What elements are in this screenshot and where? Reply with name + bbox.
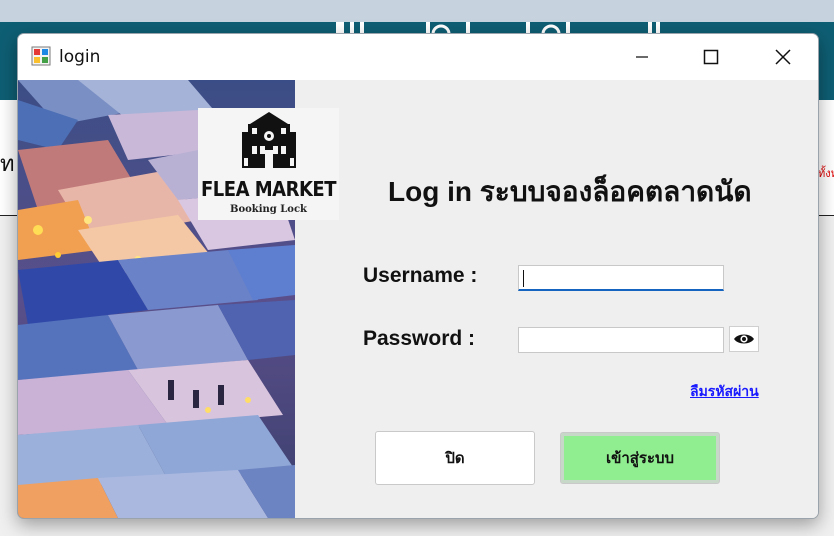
login-heading: Log in ระบบจองล็อคตลาดนัด bbox=[388, 176, 752, 207]
flea-market-logo: FLEA MARKET Booking Lock bbox=[198, 108, 339, 220]
login-button-label: เข้าสู่ระบบ bbox=[605, 450, 675, 467]
forgot-password-link[interactable]: ลืมรหัสผ่าน bbox=[690, 381, 759, 403]
logo-title: FLEA MARKET bbox=[201, 177, 336, 201]
minimize-button[interactable] bbox=[610, 34, 674, 80]
login-button[interactable]: เข้าสู่ระบบ bbox=[560, 432, 720, 484]
title-bar[interactable]: login bbox=[18, 34, 818, 80]
close-window-button[interactable] bbox=[751, 34, 815, 80]
window-title: login bbox=[59, 47, 101, 67]
close-button-label: ปิด bbox=[445, 450, 465, 467]
show-password-button[interactable] bbox=[729, 326, 759, 352]
close-icon bbox=[775, 49, 791, 65]
background-red-text-fragment: ทั้งห bbox=[818, 167, 834, 180]
maximize-icon bbox=[703, 49, 719, 65]
close-button[interactable]: ปิด bbox=[375, 431, 535, 485]
windows-form-icon bbox=[31, 46, 51, 66]
market-building-icon bbox=[242, 112, 296, 168]
login-dialog: login FLEA MARKET Booking Lock Log in ระ… bbox=[17, 33, 819, 519]
background-top-strip bbox=[0, 0, 834, 22]
username-input[interactable] bbox=[518, 265, 724, 291]
maximize-button[interactable] bbox=[679, 34, 743, 80]
password-input[interactable] bbox=[518, 327, 724, 353]
dialog-body: FLEA MARKET Booking Lock Log in ระบบจองล… bbox=[18, 80, 818, 518]
background-text-fragment: ท bbox=[0, 152, 15, 177]
logo-subtitle: Booking Lock bbox=[230, 204, 307, 215]
password-label: Password : bbox=[363, 327, 476, 350]
eye-icon bbox=[734, 334, 754, 344]
login-button-face: เข้าสู่ระบบ bbox=[564, 436, 716, 480]
text-caret bbox=[523, 270, 524, 287]
username-label: Username : bbox=[363, 264, 478, 287]
minimize-icon bbox=[636, 56, 648, 58]
